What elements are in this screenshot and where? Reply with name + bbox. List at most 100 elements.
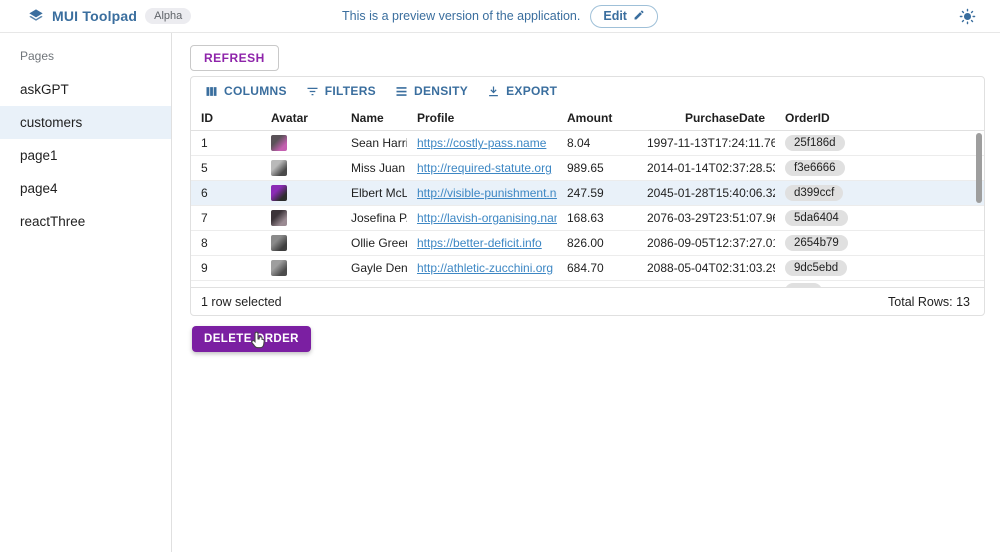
main-content: REFRESH COLUMNS FILTERS DENSITY EXPORT IDAv… — [172, 33, 1000, 552]
brand-group: MUI Toolpad Alpha — [0, 8, 191, 24]
toolpad-logo-icon — [28, 8, 44, 24]
cell-profile: https://better-deficit.info — [407, 236, 557, 250]
cell-name: Sean Harris — [341, 136, 407, 150]
cell-purchase-date: 2045-01-28T15:40:06.325Z — [647, 186, 775, 200]
avatar — [271, 260, 287, 276]
total-rows: Total Rows: 13 — [888, 295, 970, 309]
profile-link[interactable]: https://costly-pass.name — [417, 136, 546, 150]
cell-id: 5 — [191, 161, 261, 175]
filters-button[interactable]: FILTERS — [298, 80, 383, 103]
order-id-chip: d399ccf — [785, 185, 843, 201]
sidebar-item-reactThree[interactable]: reactThree — [0, 205, 171, 238]
profile-link[interactable]: http://required-statute.org — [417, 161, 552, 175]
order-id-chip: f3e6666 — [785, 160, 845, 176]
cell-name: Gayle Den... — [341, 261, 407, 275]
sidebar-item-page1[interactable]: page1 — [0, 139, 171, 172]
view-columns-icon — [204, 84, 219, 99]
avatar — [271, 185, 287, 201]
cell-id: 1 — [191, 136, 261, 150]
avatar — [271, 210, 287, 226]
export-button[interactable]: EXPORT — [479, 80, 564, 103]
vertical-scrollbar-thumb[interactable] — [976, 133, 982, 203]
cell-id: 9 — [191, 261, 261, 275]
profile-link[interactable]: http://lavish-organising.name — [417, 211, 557, 225]
table-row[interactable]: 1Sean Harrishttps://costly-pass.name8.04… — [191, 131, 984, 156]
table-row[interactable]: 7Josefina P...http://lavish-organising.n… — [191, 206, 984, 231]
cell-avatar — [261, 135, 341, 151]
density-icon — [394, 84, 409, 99]
cell-order-id: 9dc5ebd — [775, 260, 905, 276]
column-header-orderid[interactable]: OrderID — [775, 111, 905, 125]
theme-toggle-button[interactable] — [959, 8, 976, 25]
profile-link[interactable]: https://better-deficit.info — [417, 236, 542, 250]
sidebar-header: Pages — [0, 41, 171, 73]
order-id-chip: 9dc5ebd — [785, 260, 847, 276]
column-header-purchasedate[interactable]: PurchaseDate — [647, 111, 775, 125]
topbar: MUI Toolpad Alpha This is a preview vers… — [0, 0, 1000, 33]
cell-name: Josefina P... — [341, 211, 407, 225]
delete-order-button[interactable]: DELETE ORDER — [192, 326, 311, 352]
profile-link[interactable]: http://athletic-zucchini.org — [417, 261, 553, 275]
app-title: MUI Toolpad — [52, 8, 137, 24]
columns-button[interactable]: COLUMNS — [197, 80, 294, 103]
cell-profile: http://required-statute.org — [407, 161, 557, 175]
alpha-badge: Alpha — [145, 8, 191, 24]
cell-purchase-date: 2088-05-04T02:31:03.294Z — [647, 261, 775, 275]
refresh-button[interactable]: REFRESH — [190, 45, 279, 71]
grid-footer: 1 row selected Total Rows: 13 — [191, 287, 984, 315]
cell-amount: 989.65 — [557, 161, 647, 175]
toolbar-button-label: DENSITY — [414, 84, 468, 98]
cell-name: Miss Juan ... — [341, 161, 407, 175]
cell-amount: 826.00 — [557, 236, 647, 250]
density-button[interactable]: DENSITY — [387, 80, 475, 103]
order-id-chip: 2654b79 — [785, 235, 848, 251]
table-row[interactable]: 9 Gayle Den... http://athletic-zucchini.or… — [191, 256, 984, 281]
cell-name: Elbert McL... — [341, 186, 407, 200]
column-header-name[interactable]: Name — [341, 111, 407, 125]
edit-button[interactable]: Edit — [590, 5, 658, 28]
cell-amount: 168.63 — [557, 211, 647, 225]
preview-banner-text: This is a preview version of the applica… — [342, 9, 580, 23]
column-header-id[interactable]: ID — [191, 111, 261, 125]
cell-order-id: d399ccf — [775, 185, 905, 201]
cell-id: 8 — [191, 236, 261, 250]
cell-avatar — [261, 185, 341, 201]
cell-avatar — [261, 235, 341, 251]
profile-link[interactable]: http://visible-punishment.net — [417, 186, 557, 200]
grid-header-row: IDAvatarNameProfileAmountPurchaseDateOrd… — [191, 105, 984, 131]
cell-order-id: f3e6666 — [775, 160, 905, 176]
cell-name: Ollie Green... — [341, 236, 407, 250]
avatar — [271, 235, 287, 251]
cell-purchase-date: 2086-09-05T12:37:27.015Z — [647, 236, 775, 250]
avatar — [271, 135, 287, 151]
toolbar-button-label: EXPORT — [506, 84, 557, 98]
cell-profile: http://athletic-zucchini.org — [407, 261, 557, 275]
order-id-chip: 25f186d — [785, 135, 845, 151]
table-row[interactable]: 8 Ollie Green... https://better-deficit.in… — [191, 231, 984, 256]
sidebar: Pages askGPTcustomerspage1page4reactThre… — [0, 33, 172, 552]
cell-purchase-date: 2076-03-29T23:51:07.968Z — [647, 211, 775, 225]
cell-profile: https://costly-pass.name — [407, 136, 557, 150]
sidebar-item-askGPT[interactable]: askGPT — [0, 73, 171, 106]
cell-order-id: 2654b79 — [775, 235, 905, 251]
cell-amount: 247.59 — [557, 186, 647, 200]
column-header-amount[interactable]: Amount — [557, 111, 647, 125]
sidebar-item-page4[interactable]: page4 — [0, 172, 171, 205]
column-header-profile[interactable]: Profile — [407, 111, 557, 125]
data-grid: COLUMNS FILTERS DENSITY EXPORT IDAvatarName… — [190, 76, 985, 316]
sidebar-item-customers[interactable]: customers — [0, 106, 171, 139]
cell-amount: 684.70 — [557, 261, 647, 275]
cell-order-id: 5da6404 — [775, 210, 905, 226]
table-row[interactable]: 5 Miss Juan ... http://required-statute.or… — [191, 156, 984, 181]
cell-order-id: 25f186d — [775, 135, 905, 151]
grid-toolbar: COLUMNS FILTERS DENSITY EXPORT — [191, 77, 984, 105]
cell-purchase-date: 2014-01-14T02:37:28.536Z — [647, 161, 775, 175]
toolbar-button-label: COLUMNS — [224, 84, 287, 98]
pencil-icon — [633, 9, 645, 24]
column-header-avatar[interactable]: Avatar — [261, 111, 341, 125]
cell-avatar — [261, 210, 341, 226]
table-row[interactable]: 6 Elbert McL... http://visible-punishment.… — [191, 181, 984, 206]
edit-button-label: Edit — [603, 9, 627, 23]
sun-icon — [959, 13, 976, 28]
cell-id: 6 — [191, 186, 261, 200]
